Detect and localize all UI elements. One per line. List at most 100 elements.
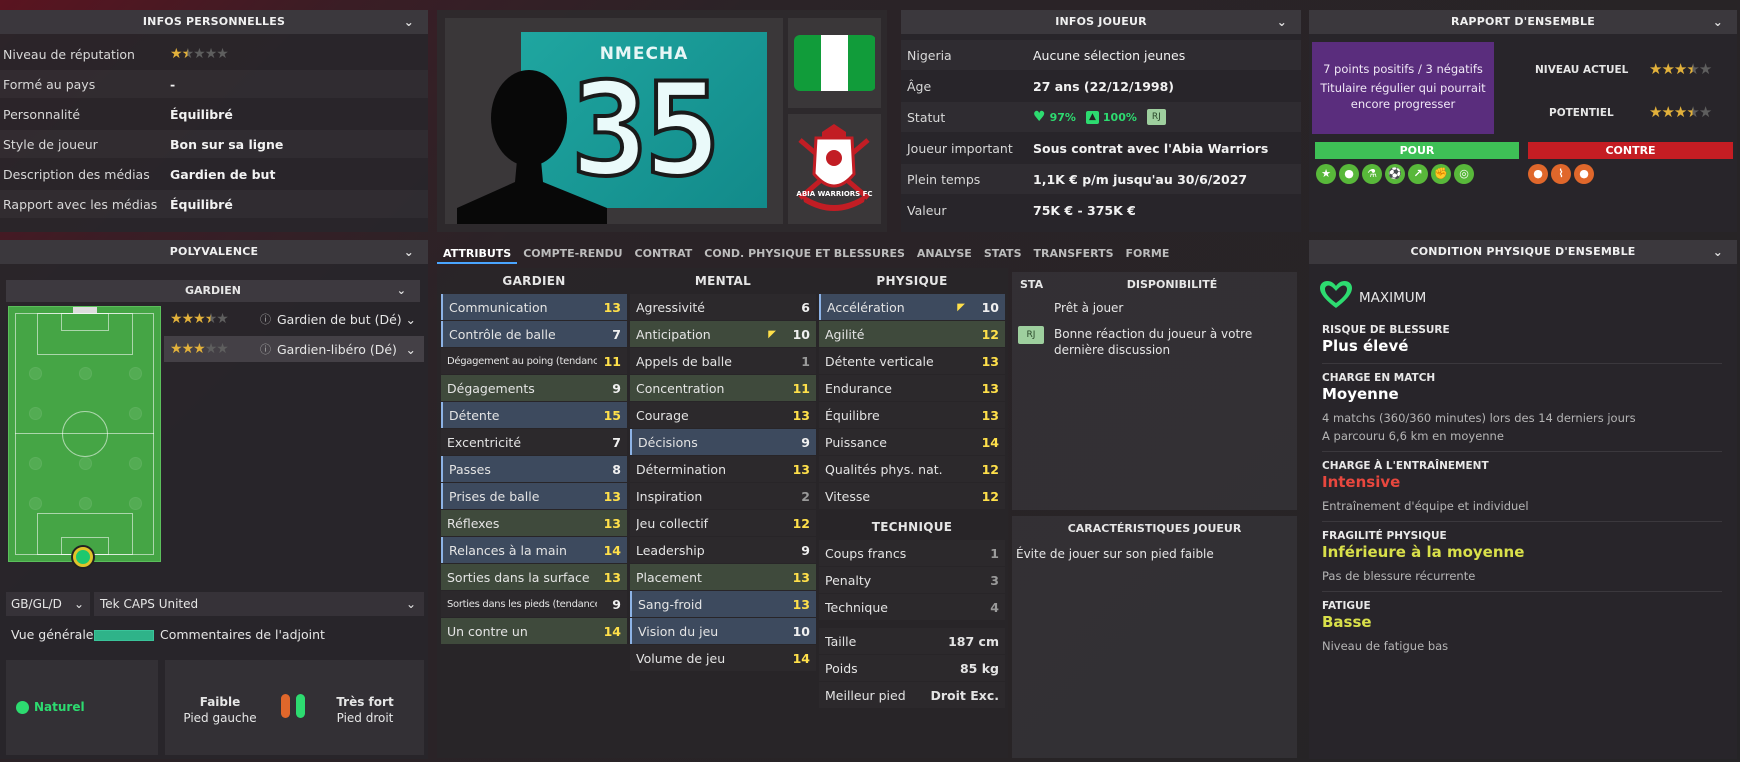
attribute-row[interactable]: Placement 13 [630,564,816,590]
condition-value: 97% [1049,110,1076,124]
attribute-row[interactable]: Vision du jeu 10 [630,618,816,644]
player-info-header[interactable]: INFOS JOUEUR ⌄ [901,10,1301,34]
attribute-name: Volume de jeu [636,650,726,666]
kick-icon[interactable]: ⚽ [1385,164,1405,184]
nation-select[interactable]: GB/GL/D ⌄ [6,592,90,616]
info-icon[interactable]: ⓘ [260,311,271,327]
attribute-row[interactable]: Jeu collectif 12 [630,510,816,536]
chevron-down-icon[interactable]: ⌄ [406,312,416,327]
row-value: 75K € - 375K € [1033,202,1136,218]
tab-forme[interactable]: FORME [1120,244,1176,264]
fitness-header[interactable]: CONDITION PHYSIQUE D'ENSEMBLE ⌄ [1309,240,1737,264]
role-row[interactable]: ★★★★★ ⓘ Gardien-libéro (Dé) ⌄ [164,336,424,362]
attribute-row[interactable]: Agressivité 6 [630,294,816,320]
status-badge[interactable]: RJ [1146,109,1166,125]
tab-transferts[interactable]: TRANSFERTS [1028,244,1120,264]
attribute-row[interactable]: Passes 8 [441,456,627,482]
attribute-name: Endurance [825,380,892,396]
chevron-down-icon[interactable]: ⌄ [404,10,414,34]
attribute-row[interactable]: Contrôle de balle 7 [441,321,627,347]
fitness-section: CHARGE EN MATCH Moyenne 4 matchs (360/360 … [1322,366,1734,449]
role-row[interactable]: ★★★★★ ⓘ Gardien de but (Dé) ⌄ [164,306,424,332]
attribute-row[interactable]: Accélération ◤ 10 [819,294,1005,320]
natural-label: Naturel [34,700,85,714]
attribute-row[interactable]: Coups francs 1 [819,540,1005,566]
attribute-row[interactable]: Dégagements 9 [441,375,627,401]
tab-contrat[interactable]: CONTRAT [629,244,699,264]
personal-info-header[interactable]: INFOS PERSONNELLES ⌄ [0,10,428,34]
attribute-row[interactable]: Détente 15 [441,402,627,428]
chevron-down-icon[interactable]: ⌄ [404,240,414,264]
tab-cond-physique-et-blessures[interactable]: COND. PHYSIQUE ET BLESSURES [698,244,911,264]
player-info-row: Valeur 75K € - 375K € [901,195,1301,225]
heart-icon: ♥ [1033,109,1046,125]
attribute-row[interactable]: Détente verticale 13 [819,348,1005,374]
attribute-row[interactable]: Appels de balle 1 [630,348,816,374]
ball-icon[interactable]: ● [1528,164,1548,184]
club-crest-box[interactable]: ABIA WARRIORS FC [788,114,881,224]
tab-attributs[interactable]: ATTRIBUTS [437,244,518,264]
attribute-row[interactable]: Communication 13 [441,294,627,320]
row-label: Âge [907,78,932,94]
goalkeeper-position-marker[interactable] [73,547,93,567]
attribute-row[interactable]: Dégagement au poing (tendance) 11 [441,348,627,374]
foot-icon[interactable]: ⌇ [1551,164,1571,184]
attribute-row[interactable]: Courage 13 [630,402,816,428]
trend-icon[interactable]: ↗ [1408,164,1428,184]
attribute-name: Courage [636,407,689,423]
versatility-header[interactable]: POLYVALENCE ⌄ [0,240,428,264]
star-icon[interactable]: ★ [1316,164,1336,184]
attribute-row[interactable]: Détermination 13 [630,456,816,482]
strength-icon[interactable]: ✊ [1431,164,1451,184]
attribute-row[interactable]: Qualités phys. nat. 12 [819,456,1005,482]
tab-compte-rendu[interactable]: COMPTE-RENDU [517,244,628,264]
tab-stats[interactable]: STATS [978,244,1028,264]
attribute-row[interactable]: Équilibre 13 [819,402,1005,428]
role-list: ★★★★★ ⓘ Gardien de but (Dé) ⌄ ★★★★★ ⓘ Gardien-… [164,306,424,366]
fitness-panel: CONDITION PHYSIQUE D'ENSEMBLE ⌄ MAXIMUM R… [1309,240,1737,759]
attribute-row[interactable]: Un contre un 14 [441,618,627,644]
chevron-down-icon[interactable]: ⌄ [1713,10,1723,34]
tab-analyse[interactable]: ANALYSE [911,244,978,264]
chevron-down-icon[interactable]: ⌄ [1713,240,1723,264]
target-icon[interactable]: ◎ [1454,164,1474,184]
attribute-row[interactable]: Prises de balle 13 [441,483,627,509]
attribute-row[interactable]: Concentration 11 [630,375,816,401]
attribute-row[interactable]: Technique 4 [819,594,1005,620]
ball-icon[interactable]: ● [1339,164,1359,184]
divider [1322,521,1722,522]
attribute-row[interactable]: Leadership 9 [630,537,816,563]
attribute-name: Dégagements [447,380,535,396]
attribute-row[interactable]: Sorties dans les pieds (tendance) 9 [441,591,627,617]
attribute-row[interactable]: Puissance 14 [819,429,1005,455]
attribute-row[interactable]: Volume de jeu 14 [630,645,816,671]
attribute-row[interactable]: Endurance 13 [819,375,1005,401]
attribute-row[interactable]: Sang-froid 13 [630,591,816,617]
attribute-row[interactable]: Décisions 9 [630,429,816,455]
attribute-name: Accélération [827,299,905,315]
attribute-row[interactable]: Excentricité 7 [441,429,627,455]
bio-label: Meilleur pied [825,687,906,703]
attribute-name: Détente verticale [825,353,934,369]
attribute-row[interactable]: Penalty 3 [819,567,1005,593]
attribute-row[interactable]: Inspiration 2 [630,483,816,509]
attribute-row[interactable]: Agilité 12 [819,321,1005,347]
attribute-row[interactable]: Relances à la main 14 [441,537,627,563]
flask-icon[interactable]: ⚗ [1362,164,1382,184]
attribute-row[interactable]: Réflexes 13 [441,510,627,536]
chevron-down-icon[interactable]: ⌄ [1277,10,1287,34]
attribute-value: 14 [792,650,810,666]
source-select[interactable]: Tek CAPS United ⌄ [94,592,424,616]
chevron-down-icon[interactable]: ⌄ [406,342,416,357]
chevron-down-icon[interactable]: ⌄ [397,280,406,302]
overall-report-header[interactable]: RAPPORT D'ENSEMBLE ⌄ [1309,10,1737,34]
info-icon[interactable]: ⓘ [260,341,271,357]
attribute-row[interactable]: Anticipation ◤ 10 [630,321,816,347]
ball-icon[interactable]: ● [1574,164,1594,184]
tab-bar: ATTRIBUTS COMPTE-RENDU CONTRAT COND. PHYSIQ… [437,244,1175,264]
fitness-section: CHARGE À L'ENTRAÎNEMENT Intensive Entraîne… [1322,454,1734,519]
attribute-row[interactable]: Vitesse 12 [819,483,1005,509]
attribute-value: 4 [990,599,999,615]
attribute-row[interactable]: Sorties dans la surface 13 [441,564,627,590]
position-group-bar[interactable]: GARDIEN ⌄ [6,280,420,302]
